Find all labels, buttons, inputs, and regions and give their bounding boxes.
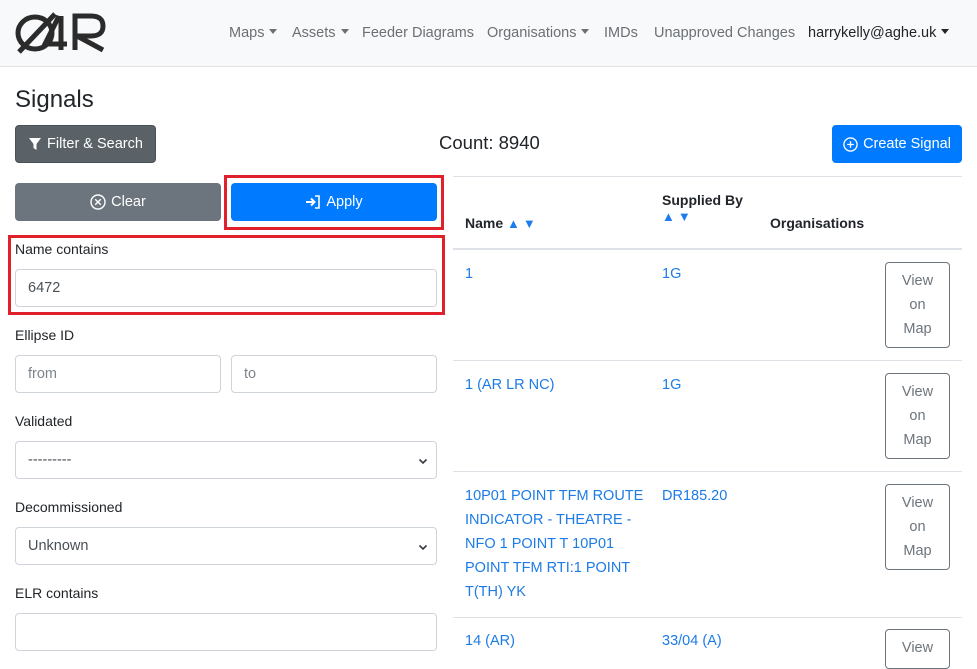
page-title: Signals	[15, 86, 94, 113]
signal-name-link[interactable]: 14 (AR)	[465, 629, 645, 653]
plus-circle-icon	[843, 136, 858, 152]
name-contains-label: Name contains	[15, 241, 109, 257]
supplied-by-link[interactable]: 1G	[662, 262, 681, 286]
caret-down-icon	[941, 29, 950, 34]
caret-down-icon	[340, 29, 349, 34]
view-on-map-button[interactable]: View on Map	[885, 373, 950, 459]
ellipse-id-label: Ellipse ID	[15, 327, 75, 343]
clear-button[interactable]: Clear	[15, 183, 221, 221]
view-on-map-button[interactable]: View on Map	[885, 484, 950, 570]
column-supplied-by[interactable]: Supplied By ▲▼	[662, 192, 743, 224]
sort-arrows-icon[interactable]: ▲▼	[507, 216, 539, 231]
nav-maps[interactable]: Maps	[229, 25, 278, 41]
filter-search-button[interactable]: Filter & Search	[15, 125, 156, 163]
chevron-down-icon	[418, 458, 428, 465]
nav-unapproved-changes[interactable]: Unapproved Changes	[654, 25, 795, 41]
decommissioned-select[interactable]: Unknown	[15, 527, 437, 565]
result-count: Count: 8940	[439, 132, 540, 153]
table-row: 14 (AR) 33/04 (A) View	[453, 618, 962, 669]
signal-name-link[interactable]: 1	[465, 262, 645, 286]
x-circle-icon	[90, 194, 106, 210]
chevron-down-icon	[418, 544, 428, 551]
view-on-map-button[interactable]: View on Map	[885, 262, 950, 348]
caret-down-icon	[269, 29, 278, 34]
decommissioned-label: Decommissioned	[15, 499, 123, 515]
table-header: Name ▲▼ Supplied By ▲▼ Organisations	[453, 176, 962, 250]
nav-user-menu[interactable]: harrykelly@aghe.uk	[808, 25, 950, 41]
column-name[interactable]: Name ▲▼	[465, 215, 539, 231]
sort-arrows-icon[interactable]: ▲▼	[662, 209, 694, 224]
elr-contains-label: ELR contains	[15, 585, 99, 601]
nav-feeder-diagrams[interactable]: Feeder Diagrams	[362, 25, 474, 41]
name-contains-input[interactable]: 6472	[15, 269, 437, 307]
table-row: 1 (AR LR NC) 1G View on Map	[453, 361, 962, 472]
nav-imds[interactable]: IMDs	[604, 25, 638, 41]
table-row: 1 1G View on Map	[453, 250, 962, 361]
supplied-by-link[interactable]: 1G	[662, 373, 681, 397]
elr-contains-input[interactable]	[15, 613, 437, 651]
nav-organisations[interactable]: Organisations	[487, 25, 590, 41]
ellipse-id-to-input[interactable]: to	[231, 355, 437, 393]
ellipse-id-from-input[interactable]: from	[15, 355, 221, 393]
navbar: Maps Assets Feeder Diagrams Organisation…	[0, 0, 977, 67]
create-signal-button[interactable]: Create Signal	[832, 125, 962, 163]
column-organisations: Organisations	[770, 215, 865, 231]
o4r-logo[interactable]	[15, 10, 109, 56]
caret-down-icon	[581, 29, 590, 34]
signal-name-link[interactable]: 1 (AR LR NC)	[465, 373, 645, 397]
sign-in-icon	[306, 195, 321, 209]
view-on-map-button[interactable]: View	[885, 629, 950, 669]
apply-button[interactable]: Apply	[231, 183, 437, 221]
signal-name-link[interactable]: 10P01 POINT TFM ROUTE INDICATOR - THEATR…	[465, 484, 645, 604]
validated-select[interactable]: ---------	[15, 441, 437, 479]
supplied-by-link[interactable]: DR185.20	[662, 484, 727, 508]
filter-icon	[29, 138, 42, 150]
nav-assets[interactable]: Assets	[292, 25, 349, 41]
table-row: 10P01 POINT TFM ROUTE INDICATOR - THEATR…	[453, 472, 962, 618]
supplied-by-link[interactable]: 33/04 (A)	[662, 629, 722, 653]
validated-label: Validated	[15, 413, 73, 429]
